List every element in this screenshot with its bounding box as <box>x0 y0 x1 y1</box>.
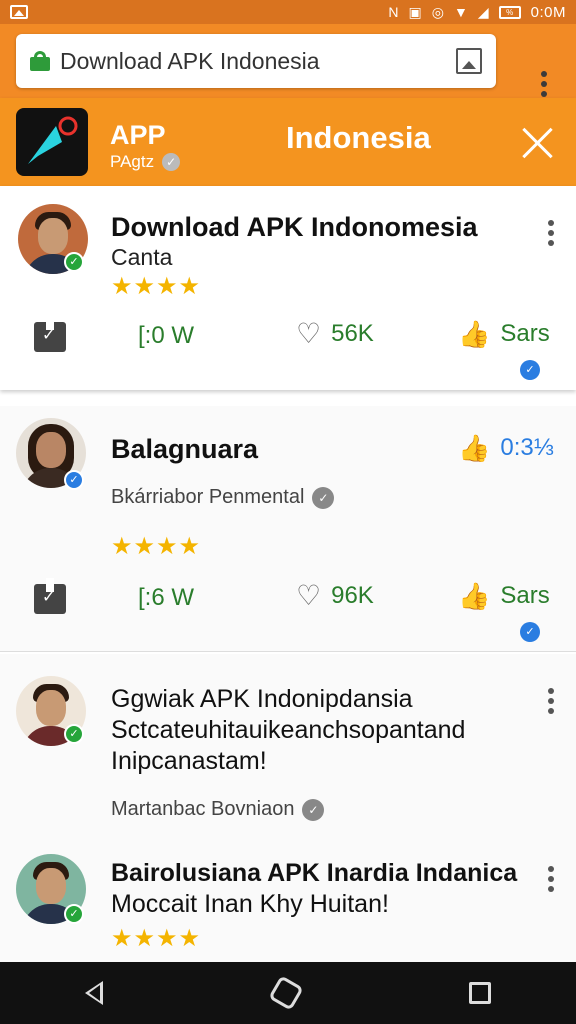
url-text: Download APK Indonesia <box>60 47 320 74</box>
likes-count: 56K <box>331 320 374 347</box>
address-bar[interactable]: Download APK Indonesia <box>16 34 496 88</box>
alarm-icon: ◎ <box>431 4 444 20</box>
share-button[interactable]: 👍 Sars <box>458 582 550 610</box>
check-icon: ✓ <box>312 486 335 509</box>
author-name: Bkárriabor Penmental <box>111 486 305 508</box>
gallery-icon <box>10 5 28 19</box>
app-subtitle: PAgtz ✓ <box>110 152 181 172</box>
post-menu-icon[interactable] <box>548 688 554 714</box>
app-subtitle-text: PAgtz <box>110 152 155 171</box>
star-rating: ★★★★ <box>111 533 202 560</box>
thumbs-up-icon: 👍 <box>458 433 491 463</box>
star-rating: ★★★★ <box>111 273 202 300</box>
wifi-icon: ▼ <box>454 4 468 20</box>
post-text-line: Inipcanastam! <box>111 747 267 775</box>
heart-icon: ♡ <box>296 318 322 349</box>
likes-count: 96K <box>331 582 374 609</box>
download-icon <box>34 316 66 352</box>
thumbs-up-icon: 👍 <box>458 581 491 611</box>
post-title: Download APK Indonomesia <box>111 212 478 242</box>
app-name: APP <box>110 120 166 150</box>
check-icon: ✓ <box>302 798 325 821</box>
thumbs-up-icon: 👍 <box>458 319 491 349</box>
share-label: Sars <box>500 582 550 609</box>
app-banner: APP PAgtz ✓ Indonesia <box>0 98 576 186</box>
bookmark-icon[interactable] <box>456 48 482 74</box>
post-author: Bkárriabor Penmental ✓ <box>111 486 335 509</box>
views-stat[interactable]: [:6 W <box>138 584 194 612</box>
views-count: [:6 W <box>138 584 195 611</box>
post-menu-icon[interactable] <box>548 866 554 892</box>
author-name: Martanbac Bovniaon <box>111 798 295 820</box>
signal-icon: ◢ <box>477 4 489 20</box>
app-logo <box>16 108 88 176</box>
post-menu-icon[interactable] <box>548 220 554 246</box>
post-card[interactable]: ✓ Balagnuara 👍 0:3⅓ Bkárriabor Penmental… <box>0 406 576 652</box>
verified-icon: ✓ <box>64 470 84 490</box>
status-bar: N ▣ ◎ ▼ ◢ % 0:0M <box>0 0 576 24</box>
post-card[interactable]: ✓ Ggwiak APK Indonipdansia Sctcateuhitau… <box>0 654 576 854</box>
views-stat[interactable]: [:0 W <box>138 322 194 350</box>
share-button[interactable]: 👍 Sars <box>458 320 550 348</box>
check-badge-icon: ✓ <box>520 622 540 642</box>
home-icon[interactable] <box>268 975 304 1011</box>
heart-icon: ♡ <box>296 580 322 611</box>
post-card[interactable]: ✓ Download APK Indonomesia Canta ★★★★ [:… <box>0 186 576 390</box>
back-icon[interactable] <box>85 981 103 1005</box>
nfc-icon: N <box>388 4 399 20</box>
post-text-line: Moccait Inan Khy Huitan! <box>111 890 389 918</box>
system-nav-bar <box>0 962 576 1024</box>
share-label: Sars <box>500 320 550 347</box>
download-icon <box>34 578 66 614</box>
recents-icon[interactable] <box>469 982 491 1004</box>
verified-icon: ✓ <box>64 904 84 924</box>
browser-menu-icon[interactable] <box>541 71 547 97</box>
verified-icon: ✓ <box>64 252 84 272</box>
star-rating: ★★★★ <box>111 925 202 952</box>
lock-icon <box>30 51 50 71</box>
verified-icon: ✓ <box>64 724 84 744</box>
like-button[interactable]: ♡ 56K <box>296 320 374 348</box>
battery-icon: % <box>498 5 521 19</box>
banner-title: Indonesia <box>286 120 431 155</box>
post-text-line: Ggwiak APK Indonipdansia <box>111 685 413 713</box>
check-icon: ✓ <box>162 153 181 171</box>
post-text-line: Sctcateuhitauikeanchsopantand <box>111 716 466 744</box>
browser-toolbar: Download APK Indonesia <box>0 24 576 98</box>
download-button[interactable] <box>34 316 66 352</box>
post-title: Balagnuara <box>111 434 259 464</box>
download-button[interactable] <box>34 578 66 614</box>
like-button[interactable]: ♡ 96K <box>296 582 374 610</box>
close-icon[interactable] <box>520 125 556 161</box>
post-subtitle: Canta <box>111 244 173 270</box>
views-count: [:0 W <box>138 322 195 349</box>
clock: 0:0M <box>530 3 566 21</box>
rating-value: 0:3⅓ <box>500 434 554 461</box>
check-badge-icon: ✓ <box>520 360 540 380</box>
sim-icon: ▣ <box>408 4 422 20</box>
post-title: Bairolusiana APK Inardia Indanica <box>111 859 518 887</box>
post-card[interactable]: ✓ Bairolusiana APK Inardia Indanica Mocc… <box>0 854 576 962</box>
rating-badge[interactable]: 👍 0:3⅓ <box>458 434 554 462</box>
post-author: Martanbac Bovniaon ✓ <box>111 798 325 821</box>
